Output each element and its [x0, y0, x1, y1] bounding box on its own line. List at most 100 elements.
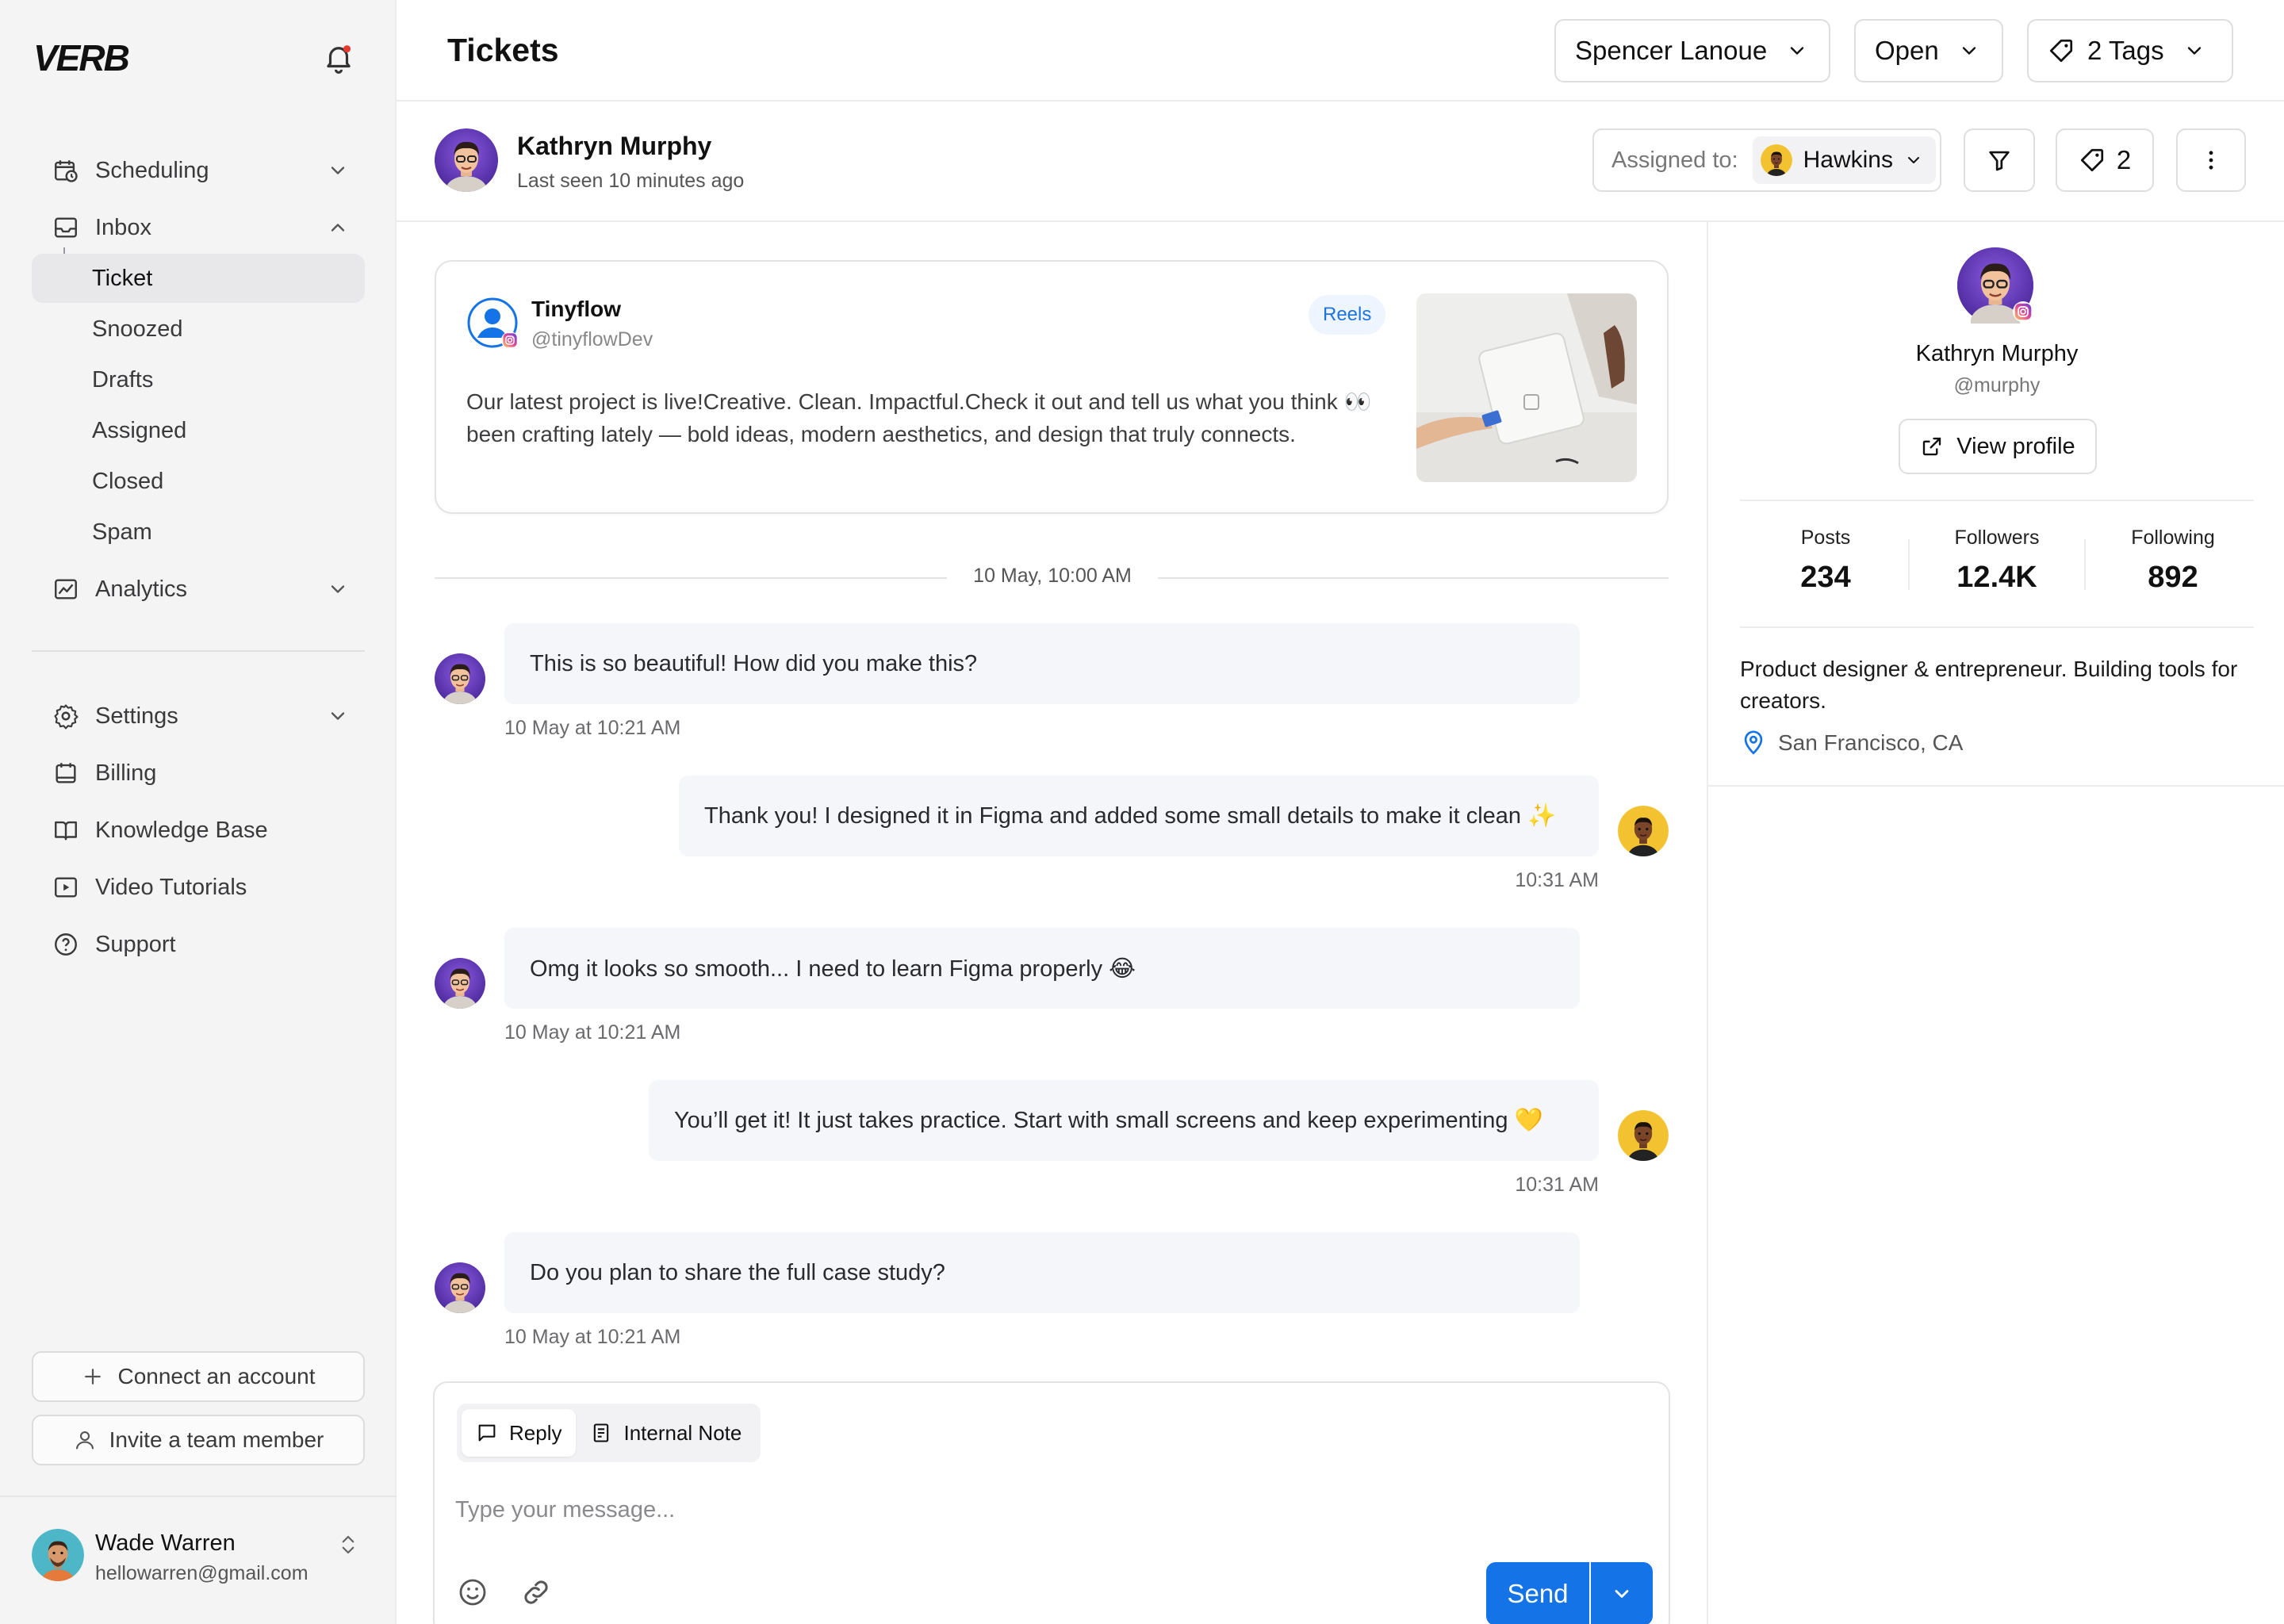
- nav-settings-label: Settings: [95, 703, 178, 729]
- nav-billing[interactable]: Billing: [32, 749, 365, 798]
- message-timestamp: 10:31 AM: [1515, 869, 1599, 891]
- message-bubble-incoming[interactable]: Do you plan to share the full case study…: [504, 1232, 1580, 1313]
- map-pin-icon: [1744, 730, 1763, 755]
- instagram-post-card[interactable]: Tinyflow @tinyflowDev Reels Our latest p…: [435, 260, 1669, 514]
- billing-icon: [52, 760, 79, 787]
- composer-tabs: Reply Internal Note: [457, 1404, 761, 1462]
- reels-badge: Reels: [1309, 295, 1386, 335]
- nav-video-tutorials[interactable]: Video Tutorials: [32, 863, 365, 912]
- status-filter-value: Open: [1875, 36, 1939, 65]
- sidebar-item-ticket[interactable]: Ticket: [32, 254, 365, 303]
- tab-internal-note[interactable]: Internal Note: [576, 1409, 756, 1457]
- profile-handle: @murphy: [1953, 374, 2041, 396]
- chevron-down-icon: [1786, 40, 1808, 62]
- send-button[interactable]: Send: [1486, 1562, 1589, 1624]
- more-options-button[interactable]: [2176, 128, 2246, 192]
- post-author-name: Tinyflow: [531, 297, 622, 321]
- message-timestamp: 10 May at 10:21 AM: [504, 1326, 681, 1348]
- book-icon: [52, 817, 79, 844]
- user-icon: [75, 1431, 94, 1450]
- tags-button[interactable]: 2: [2056, 128, 2154, 192]
- stat-following: Following 892: [2086, 527, 2260, 595]
- account-switcher-icon[interactable]: [336, 1530, 360, 1559]
- assigned-to-label: Assigned to:: [1611, 147, 1738, 173]
- post-thumbnail[interactable]: [1416, 293, 1637, 482]
- nav-scheduling-label: Scheduling: [95, 157, 209, 183]
- app-logo[interactable]: VERB: [33, 36, 130, 79]
- message-text: Do you plan to share the full case study…: [530, 1259, 945, 1285]
- view-profile-button[interactable]: View profile: [1899, 419, 2097, 474]
- tag-icon: [2080, 148, 2103, 172]
- notification-bell-icon[interactable]: [322, 41, 355, 75]
- message-text: You’ll get it! It just takes practice. S…: [674, 1108, 1543, 1133]
- sidebar-item-assigned[interactable]: Assigned: [32, 406, 365, 455]
- stat-value: 234: [1800, 561, 1851, 594]
- inbox-icon: [52, 214, 79, 241]
- customer-avatar: [435, 958, 485, 1009]
- send-options-button[interactable]: [1591, 1562, 1653, 1624]
- invite-member-button[interactable]: Invite a team member: [32, 1415, 365, 1465]
- tags-filter-dropdown[interactable]: 2 Tags: [2027, 19, 2233, 82]
- message-bubble-incoming[interactable]: Omg it looks so smooth... I need to lear…: [504, 928, 1580, 1009]
- message-bubble-outgoing[interactable]: You’ll get it! It just takes practice. S…: [649, 1080, 1599, 1161]
- user-email: hellowarren@gmail.com: [95, 1562, 308, 1584]
- nav-knowledge-base-label: Knowledge Base: [95, 817, 268, 843]
- profile-bio: Product designer & entrepreneur. Buildin…: [1740, 657, 2238, 713]
- assignee-avatar: [1761, 144, 1792, 176]
- date-separator: 10 May, 10:00 AM: [435, 561, 1669, 593]
- tag-count: 2: [2116, 145, 2132, 174]
- tab-reply[interactable]: Reply: [462, 1409, 577, 1457]
- message-input[interactable]: [455, 1486, 1645, 1534]
- assignee-dropdown[interactable]: Hawkins: [1752, 136, 1936, 184]
- stat-posts: Posts 234: [1738, 527, 1913, 595]
- stat-value: 12.4K: [1956, 561, 2037, 594]
- agent-avatar: [1618, 806, 1669, 856]
- profile-name: Kathryn Murphy: [1915, 341, 2079, 366]
- profile-avatar: [1957, 247, 2033, 324]
- gear-icon: [52, 703, 79, 730]
- emoji-icon[interactable]: [457, 1576, 489, 1608]
- connect-account-button[interactable]: Connect an account: [32, 1351, 365, 1402]
- contact-avatar[interactable]: [435, 128, 498, 192]
- sidebar-item-snoozed[interactable]: Snoozed: [32, 304, 365, 354]
- nav-billing-label: Billing: [95, 760, 157, 786]
- stat-label: Posts: [1800, 527, 1851, 549]
- user-name: Wade Warren: [95, 1530, 236, 1556]
- nav-knowledge-base[interactable]: Knowledge Base: [32, 806, 365, 855]
- profile-divider: [1740, 500, 2254, 501]
- note-icon: [594, 1423, 609, 1442]
- tags-filter-value: 2 Tags: [2087, 36, 2164, 65]
- agent-filter-value: Spencer Lanoue: [1575, 36, 1768, 65]
- status-filter-dropdown[interactable]: Open: [1854, 19, 2003, 82]
- invite-member-label: Invite a team member: [109, 1427, 324, 1452]
- nav-support[interactable]: Support: [32, 920, 365, 969]
- agent-filter-dropdown[interactable]: Spencer Lanoue: [1554, 19, 1830, 82]
- nav-scheduling[interactable]: Scheduling: [32, 146, 365, 195]
- message-bubble-outgoing[interactable]: Thank you! I designed it in Figma and ad…: [679, 776, 1599, 856]
- nav-analytics[interactable]: Analytics: [32, 565, 365, 614]
- sidebar-item-closed[interactable]: Closed: [32, 457, 365, 506]
- external-link-icon: [1923, 437, 1941, 456]
- stat-followers: Followers 12.4K: [1910, 527, 2084, 595]
- sidebar-item-drafts[interactable]: Drafts: [32, 355, 365, 404]
- connect-account-label: Connect an account: [117, 1364, 316, 1388]
- nav-inbox[interactable]: Inbox: [32, 203, 365, 252]
- profile-divider: [1740, 626, 2254, 628]
- user-avatar[interactable]: [32, 1529, 84, 1581]
- message-text: Thank you! I designed it in Figma and ad…: [704, 803, 1557, 829]
- customer-avatar: [435, 653, 485, 704]
- link-icon[interactable]: [520, 1576, 552, 1608]
- profile-panel: Kathryn Murphy @murphy View profile Post…: [1707, 222, 2284, 1624]
- message-bubble-incoming[interactable]: This is so beautiful! How did you make t…: [504, 623, 1580, 704]
- message-text: This is so beautiful! How did you make t…: [530, 650, 978, 676]
- contact-last-seen: Last seen 10 minutes ago: [517, 170, 745, 192]
- sidebar: VERB Scheduling Inbox Ticket Snoozed Dra…: [0, 0, 397, 1624]
- customer-avatar: [435, 1262, 485, 1313]
- sidebar-divider: [32, 650, 365, 652]
- nav-inbox-label: Inbox: [95, 214, 151, 240]
- filter-button[interactable]: [1964, 128, 2035, 192]
- sidebar-item-spam[interactable]: Spam: [32, 508, 365, 557]
- nav-settings[interactable]: Settings: [32, 691, 365, 741]
- post-text: Our latest project is live!Creative. Cle…: [466, 389, 1372, 446]
- chevron-down-icon: [327, 578, 349, 600]
